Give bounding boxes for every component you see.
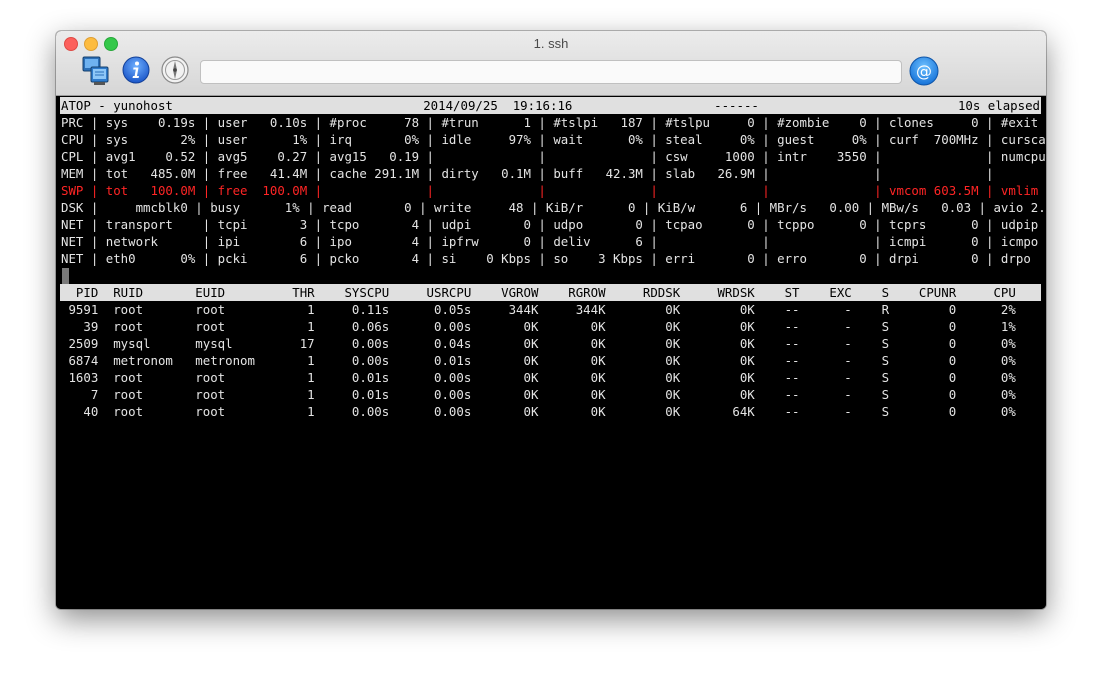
sys-line-dsk: DSK | mmcblk0 | busy 1% | read 0 | write… <box>61 200 1046 215</box>
sys-line-prc: PRC | sys 0.19s | user 0.10s | #proc 78 … <box>61 115 1046 130</box>
sys-line-swp: SWP | tot 100.0M | free 100.0M | | | | |… <box>61 183 1046 198</box>
compass-icon[interactable] <box>161 56 189 84</box>
network-icon[interactable] <box>82 55 110 87</box>
address-field[interactable] <box>200 60 902 84</box>
atop-header-left: ATOP - yunohost <box>61 98 173 113</box>
sys-line-cpl: CPL | avg1 0.52 | avg5 0.27 | avg15 0.19… <box>61 149 1046 164</box>
process-row: 7 root root 1 0.01s 0.00s 0K 0K 0K 0K --… <box>61 387 1046 402</box>
terminal-screen[interactable]: ATOP - yunohost 2014/09/25 19:16:16 ----… <box>56 96 1046 609</box>
terminal-cursor <box>62 268 69 284</box>
svg-text:@: @ <box>916 62 932 81</box>
process-row: 40 root root 1 0.00s 0.00s 0K 0K 0K 64K … <box>61 404 1046 419</box>
at-icon[interactable]: @ <box>909 56 939 86</box>
process-row: 2509 mysql mysql 17 0.00s 0.04s 0K 0K 0K… <box>61 336 1046 351</box>
process-header: PID RUID EUID THR SYSCPU USRCPU VGROW RG… <box>75 285 1046 300</box>
window-title: 1. ssh <box>533 36 569 51</box>
info-icon[interactable] <box>122 56 150 84</box>
sys-line-net-network: NET | network | ipi 6 | ipo 4 | ipfrw 0 … <box>61 234 1046 249</box>
atop-header-datetime: 2014/09/25 19:16:16 ------ <box>274 98 909 113</box>
atop-header-elapsed: 10s elapsed <box>957 98 1040 113</box>
process-row: 1603 root root 1 0.01s 0.00s 0K 0K 0K 0K… <box>61 370 1046 385</box>
process-row: 6874 metronom metronom 1 0.00s 0.01s 0K … <box>61 353 1046 368</box>
sys-line-mem: MEM | tot 485.0M | free 41.4M | cache 29… <box>61 166 1046 181</box>
sys-line-net-transport: NET | transport | tcpi 3 | tcpo 4 | udpi… <box>61 217 1046 232</box>
sys-line-cpu: CPU | sys 2% | user 1% | irq 0% | idle 9… <box>61 132 1046 147</box>
process-row: 39 root root 1 0.06s 0.00s 0K 0K 0K 0K -… <box>61 319 1046 334</box>
terminal-window: 1. ssh @ ATOP - yunohost 2014/09/25 19:1… <box>56 31 1046 609</box>
sys-line-net-eth0: NET | eth0 0% | pcki 6 | pcko 4 | si 0 K… <box>61 251 1046 266</box>
title-bar[interactable]: 1. ssh @ <box>56 31 1046 96</box>
process-row: 9591 root root 1 0.11s 0.05s 344K 344K 0… <box>61 302 1046 317</box>
